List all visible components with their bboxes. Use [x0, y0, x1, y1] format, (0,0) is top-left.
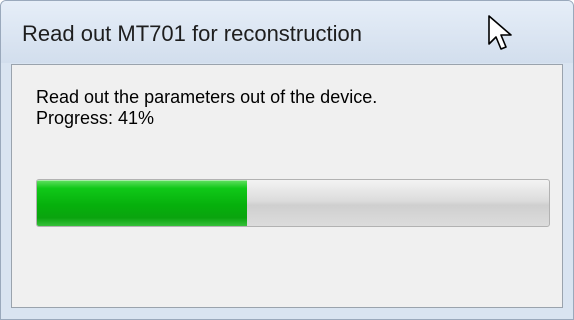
- dialog-content: Read out the parameters out of the devic…: [11, 64, 563, 308]
- title-bar[interactable]: Read out MT701 for reconstruction: [1, 1, 573, 63]
- progress-label: Progress: 41%: [36, 108, 155, 128]
- window-bottom-frame: [1, 308, 573, 319]
- status-text: Read out the parameters out of the devic…: [36, 87, 378, 107]
- progress-bar-fill: [37, 180, 247, 226]
- window-title: Read out MT701 for reconstruction: [22, 21, 362, 46]
- progress-dialog: Read out MT701 for reconstruction Read o…: [0, 0, 574, 320]
- status-message: Read out the parameters out of the devic…: [36, 87, 377, 129]
- progress-bar: [36, 179, 550, 227]
- mouse-pointer-icon: [488, 15, 512, 50]
